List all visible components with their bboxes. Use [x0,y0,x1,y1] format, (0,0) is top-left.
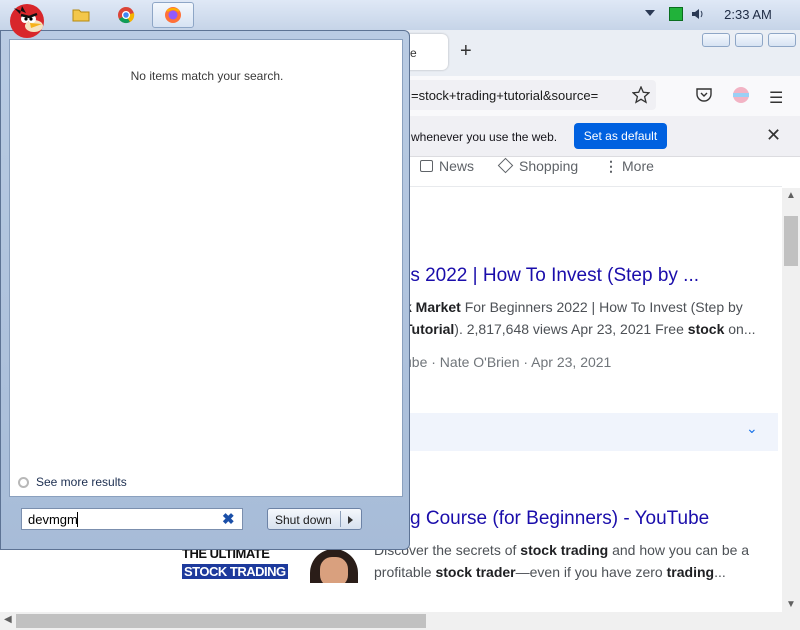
see-more-results-link[interactable]: See more results [36,475,127,489]
new-tab-icon[interactable]: + [460,40,472,63]
result-1-snippet-line-1: k Market For Beginners 2022 | How To Inv… [404,299,743,315]
result-2-title[interactable]: g Course (for Beginners) - YouTube [410,508,709,530]
start-orb-icon[interactable] [4,0,48,40]
result-1-snippet-line-2: Tutorial). 2,817,648 views Apr 23, 2021 … [404,321,756,337]
volume-icon[interactable] [690,6,706,22]
snippet-bold: Tutorial [404,321,455,337]
url-text: =stock+trading+tutorial&source= [411,88,599,103]
start-search-input[interactable]: devmgm ✖ [21,508,243,530]
tab-shopping-label: Shopping [519,158,579,174]
snippet-text: For Beginners 2022 | How To Invest (Step… [460,299,743,315]
minimize-button[interactable] [702,33,730,47]
search-icon [18,477,29,488]
snippet-text: ... [714,564,726,580]
snippet-bold: k Market [404,299,461,315]
close-icon[interactable]: ✕ [766,125,781,146]
tabs-divider [404,186,782,187]
scroll-left-icon[interactable]: ◀ [4,614,12,625]
firefox-button[interactable] [152,2,194,28]
scroll-up-icon[interactable]: ▲ [786,190,796,201]
snippet-bold: stock trader [435,564,516,580]
set-default-button[interactable]: Set as default [574,123,667,149]
shutdown-options-arrow-icon[interactable] [348,516,353,524]
result-1-meta: ube · Nate O'Brien · Apr 23, 2021 [404,354,612,370]
horizontal-scroll-thumb[interactable] [16,614,426,628]
thumbnail-face-skin [320,557,348,583]
start-menu: No items match your search. See more res… [0,30,410,550]
result-2-snippet-line-2: profitable stock trader—even if you have… [374,564,726,580]
vertical-scroll-thumb[interactable] [784,216,798,266]
shutdown-label: Shut down [275,513,332,527]
snippet-text: ). 2,817,648 views Apr 23, 2021 Free [454,321,688,337]
expandable-section[interactable] [404,413,778,451]
snippet-text: on... [724,321,756,337]
tab-more-label: More [622,158,654,174]
tab-news-label: News [439,158,475,174]
tag-icon [497,157,514,174]
snippet-text: and how you can be a [608,542,750,558]
tab-title: e [410,46,417,60]
network-icon[interactable] [669,7,683,21]
default-browser-message: whenever you use the web. [411,130,558,144]
tab-more[interactable]: ⋮ More [604,158,654,175]
tray-expand-icon[interactable] [645,10,655,16]
tab-shopping[interactable]: Shopping [497,157,579,174]
shutdown-button[interactable]: Shut down [267,508,362,530]
menu-icon[interactable]: ☰ [769,88,783,108]
search-results-pane: No items match your search. See more res… [9,39,403,497]
text-caret [77,512,78,527]
taskbar: 2:33 AM [0,0,800,31]
more-vert-icon: ⋮ [604,158,618,174]
clock[interactable]: 2:33 AM [712,7,784,22]
search-input-value: devmgm [28,512,78,527]
news-icon [420,160,433,172]
pocket-icon[interactable] [696,88,712,102]
firefox-icon [165,7,181,23]
close-window-button[interactable] [768,33,796,47]
tab-news[interactable]: News [420,158,474,174]
clear-search-icon[interactable]: ✖ [222,510,235,528]
result-2-snippet-line-1: Discover the secrets of stock trading an… [374,542,749,558]
thumbnail-caption-2: STOCK TRADING [182,564,288,579]
file-explorer-button[interactable] [66,2,96,28]
no-results-message: No items match your search. [130,69,284,83]
chrome-icon [118,7,135,24]
snippet-bold: stock [687,321,725,337]
snippet-bold: trading [666,564,715,580]
bookmark-star-icon[interactable] [632,86,650,104]
snippet-text: —even if you have zero [515,564,667,580]
snippet-bold: stock trading [520,542,609,558]
chrome-button[interactable] [110,2,142,28]
folder-icon [72,9,90,22]
snippet-text: profitable [374,564,436,580]
chevron-down-icon[interactable]: ⌄ [746,420,758,437]
account-icon[interactable] [732,86,750,104]
maximize-button[interactable] [735,33,763,47]
scroll-down-icon[interactable]: ▼ [786,599,796,610]
result-1-title[interactable]: rs 2022 | How To Invest (Step by ... [404,265,699,287]
shutdown-divider [340,511,341,527]
